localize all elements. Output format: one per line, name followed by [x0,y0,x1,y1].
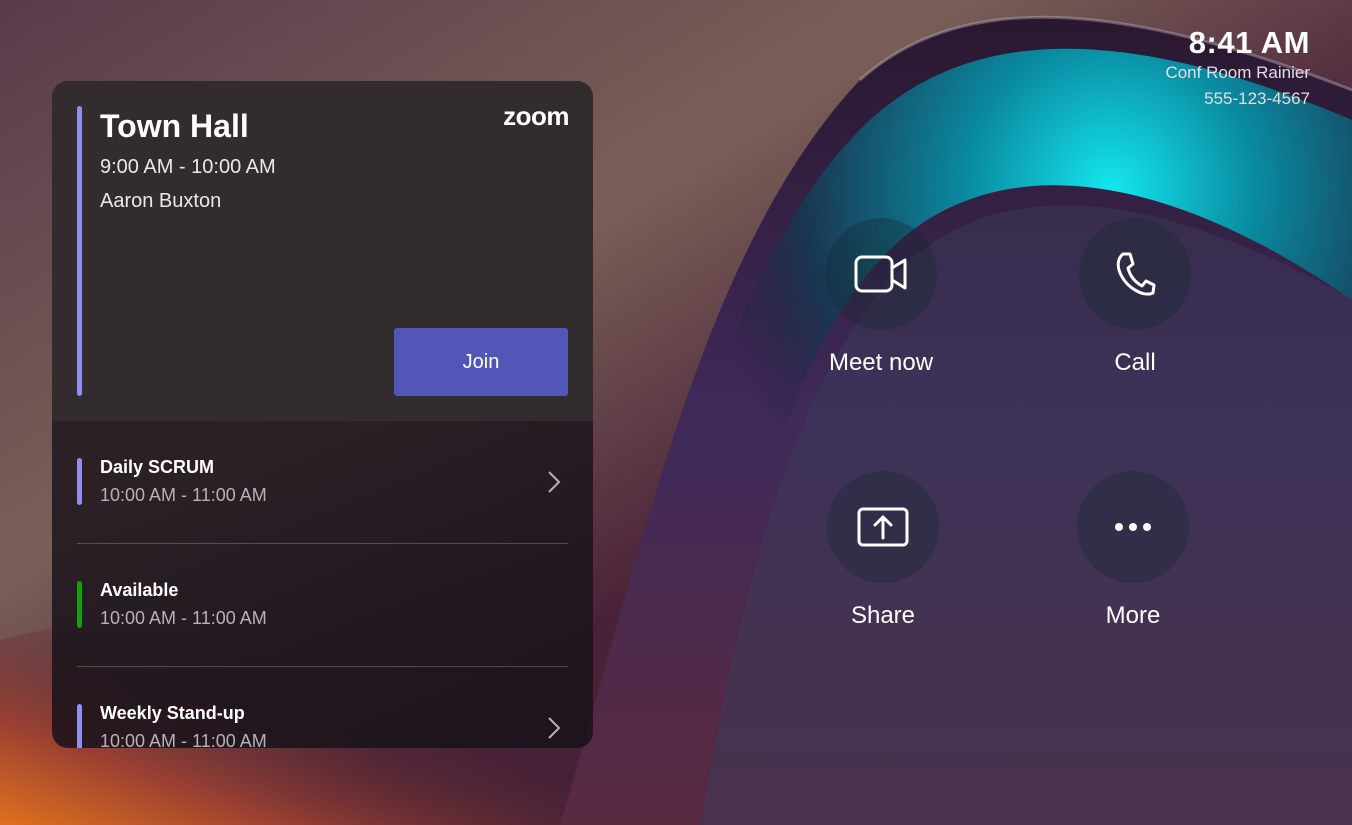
zoom-logo: zoom [503,101,569,131]
share-action[interactable]: Share [783,471,983,630]
room-name: Conf Room Rainier [1165,63,1310,82]
call-button[interactable] [1079,218,1191,330]
agenda-item-accent-bar [77,704,82,748]
meeting-organizer: Aaron Buxton [100,190,222,212]
agenda-item-daily-scrum[interactable]: Daily SCRUM 10:00 AM - 11:00 AM [77,421,568,544]
agenda-item-time: 10:00 AM - 11:00 AM [100,731,267,748]
meet-now-label: Meet now [828,349,934,376]
share-screen-icon [857,507,909,547]
agenda-item-title: Daily SCRUM [100,457,215,477]
current-meeting-panel[interactable]: Town Hall 9:00 AM - 10:00 AM Aaron Buxto… [52,81,593,421]
video-camera-icon [854,255,907,293]
call-label: Call [1114,349,1156,376]
share-label: Share [850,602,916,629]
agenda-item-available[interactable]: Available 10:00 AM - 11:00 AM [77,544,568,667]
agenda-item-accent-bar [77,458,82,505]
room-phone-number: 555-123-4567 [1204,89,1310,108]
meeting-time: 9:00 AM - 10:00 AM [100,156,276,178]
chevron-right-icon [548,717,561,739]
agenda-list: Daily SCRUM 10:00 AM - 11:00 AM Availabl… [52,421,593,748]
more-action[interactable]: More [1033,471,1233,630]
more-dots-icon [1115,523,1151,531]
meeting-accent-bar [77,106,82,396]
more-button[interactable] [1077,471,1189,583]
meeting-title: Town Hall [100,108,249,144]
meet-now-action[interactable]: Meet now [781,218,981,377]
agenda-card: Town Hall 9:00 AM - 10:00 AM Aaron Buxto… [52,81,593,748]
share-button[interactable] [827,471,939,583]
agenda-item-time: 10:00 AM - 11:00 AM [100,485,267,505]
agenda-item-accent-bar [77,581,82,628]
room-status: 8:41 AM Conf Room Rainier 555-123-4567 [1165,26,1310,112]
clock: 8:41 AM [1188,25,1310,60]
meet-now-button[interactable] [825,218,937,330]
agenda-item-weekly-stand-up[interactable]: Weekly Stand-up 10:00 AM - 11:00 AM [77,667,568,748]
chevron-right-icon [548,471,561,493]
call-action[interactable]: Call [1035,218,1235,377]
more-label: More [1105,602,1161,629]
phone-icon [1116,252,1156,296]
agenda-item-title: Available [100,580,179,600]
agenda-item-title: Weekly Stand-up [100,703,245,723]
join-button[interactable]: Join [394,328,568,396]
agenda-item-time: 10:00 AM - 11:00 AM [100,608,267,628]
